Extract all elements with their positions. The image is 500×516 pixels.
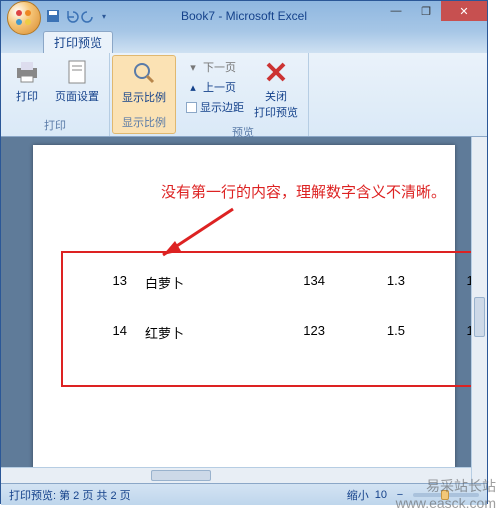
- maximize-button[interactable]: ❐: [411, 1, 441, 21]
- zoom-button[interactable]: 显示比例: [118, 57, 170, 112]
- close-preview-button[interactable]: 关闭 打印预览: [250, 56, 302, 122]
- redo-icon[interactable]: [81, 8, 97, 24]
- office-button[interactable]: [7, 1, 41, 35]
- zoom-label: 缩小: [347, 487, 369, 503]
- zoom-label: 显示比例: [122, 89, 166, 105]
- group-preview: ▾下一页 ▴上一页 显示边距 关闭 打印预览 预览: [178, 53, 309, 136]
- annotation-text: 没有第一行的内容，理解数字含义不清晰。: [161, 181, 446, 202]
- close-preview-l2: 打印预览: [254, 104, 298, 120]
- undo-icon[interactable]: [63, 8, 79, 24]
- ribbon-tabs: 打印预览: [1, 31, 487, 53]
- group-print-label: 打印: [7, 115, 103, 136]
- page-setup-button[interactable]: 页面设置: [51, 56, 103, 115]
- checkbox-icon: [186, 102, 197, 113]
- ribbon: 打印 页面设置 打印 显示比例 显示比例 ▾下一页: [1, 53, 487, 137]
- print-button[interactable]: 打印: [7, 56, 47, 115]
- page-setup-label: 页面设置: [55, 88, 99, 104]
- show-margins-checkbox[interactable]: 显示边距: [184, 98, 246, 116]
- save-icon[interactable]: [45, 8, 61, 24]
- window: ▾ Book7 - Microsoft Excel — ❐ ✕ 打印预览 打印 …: [0, 0, 488, 504]
- qat-dropdown-icon[interactable]: ▾: [99, 8, 109, 24]
- printer-icon: [13, 58, 41, 86]
- page-preview: 没有第一行的内容，理解数字含义不清晰。 13 白萝卜 134 1.3 174.2…: [33, 145, 455, 483]
- arrow-down-icon: ▾: [186, 60, 200, 74]
- magnifier-icon: [130, 59, 158, 87]
- vertical-scrollbar[interactable]: [471, 137, 487, 483]
- scrollbar-thumb[interactable]: [474, 297, 485, 337]
- titlebar: ▾ Book7 - Microsoft Excel — ❐ ✕: [1, 1, 487, 31]
- zoom-pct: 10: [375, 489, 387, 501]
- close-button[interactable]: ✕: [441, 1, 487, 21]
- minimize-button[interactable]: —: [381, 1, 411, 21]
- group-print: 打印 页面设置 打印: [1, 53, 110, 136]
- table-row: 14 红萝卜 123 1.5 184.5: [83, 323, 487, 342]
- highlight-box: [61, 251, 485, 387]
- table-row: 13 白萝卜 134 1.3 174.2: [83, 273, 487, 292]
- group-zoom-label: 显示比例: [118, 112, 170, 133]
- tab-print-preview[interactable]: 打印预览: [43, 31, 113, 53]
- window-title: Book7 - Microsoft Excel: [181, 9, 307, 23]
- quick-access-toolbar: ▾: [45, 8, 109, 24]
- group-zoom: 显示比例 显示比例: [112, 55, 176, 134]
- window-controls: — ❐ ✕: [381, 1, 487, 21]
- watermark: 易采站长站 www.easck.com: [396, 478, 496, 512]
- status-text: 打印预览: 第 2 页 共 2 页: [9, 487, 131, 503]
- next-page-button: ▾下一页: [184, 58, 246, 76]
- print-label: 打印: [16, 88, 38, 104]
- prev-page-button[interactable]: ▴上一页: [184, 78, 246, 96]
- preview-area: 没有第一行的内容，理解数字含义不清晰。 13 白萝卜 134 1.3 174.2…: [1, 137, 487, 483]
- scrollbar-thumb[interactable]: [151, 470, 211, 481]
- close-preview-icon: [262, 58, 290, 86]
- arrow-up-icon: ▴: [186, 80, 200, 94]
- close-preview-l1: 关闭: [265, 88, 287, 104]
- page-setup-icon: [63, 58, 91, 86]
